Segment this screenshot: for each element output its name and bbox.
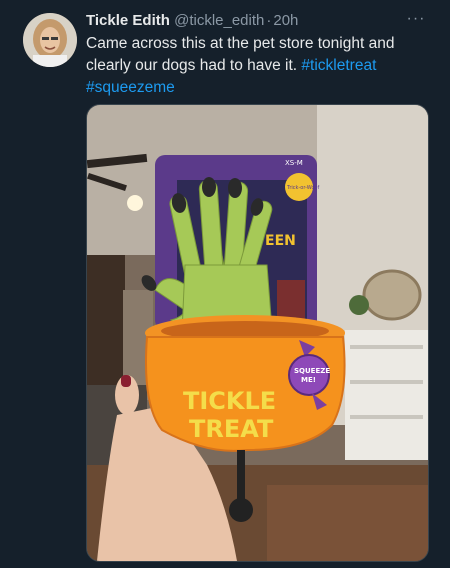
timestamp[interactable]: 20h (273, 12, 298, 29)
toy-print-line1: TICKLE (183, 387, 276, 415)
photo-scene: XS-M Trick-or-Woof EEN TICKLE TREAT SQUE… (87, 105, 428, 561)
more-options-icon[interactable]: ··· (404, 10, 428, 30)
separator: · (266, 12, 272, 29)
badge-text-1: SQUEEZE (294, 367, 330, 375)
avatar[interactable] (23, 13, 77, 67)
tweet-text: Came across this at the pet store tonigh… (86, 33, 438, 99)
badge-text-2: ME! (301, 376, 316, 384)
tweet-photo[interactable]: XS-M Trick-or-Woof EEN TICKLE TREAT SQUE… (86, 104, 429, 562)
author-name[interactable]: Tickle Edith (86, 12, 170, 29)
hashtag-tickletreat[interactable]: #tickletreat (301, 57, 376, 74)
card-text: EEN (265, 233, 296, 249)
hashtag-squeezeme[interactable]: #squeezeme (86, 79, 175, 96)
avatar-image (23, 13, 77, 67)
toy-print-line2: TREAT (189, 415, 274, 443)
author-handle[interactable]: @tickle_edith (174, 12, 264, 29)
tweet[interactable]: Tickle Edith @tickle_edith · 20h ··· Came … (0, 0, 450, 568)
card-sticker: Trick-or-Woof (286, 185, 319, 191)
card-size-label: XS-M (285, 159, 303, 167)
tweet-header: Tickle Edith @tickle_edith · 20h (86, 11, 410, 31)
